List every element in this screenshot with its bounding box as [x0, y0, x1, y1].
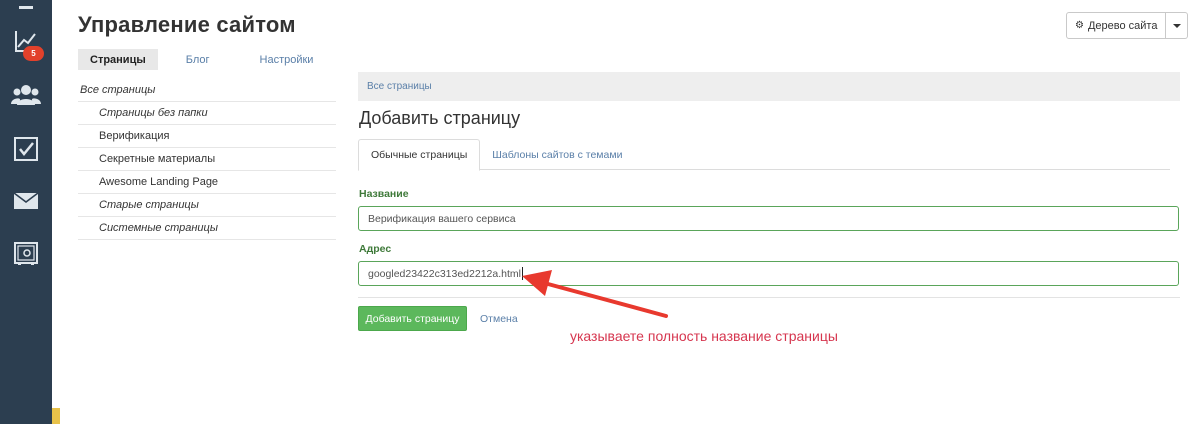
- page-tree-item[interactable]: Системные страницы: [78, 217, 336, 240]
- name-input[interactable]: Верификация вашего сервиса: [358, 206, 1179, 231]
- tab-regular-pages[interactable]: Обычные страницы: [358, 139, 481, 171]
- address-label: Адрес: [359, 243, 392, 255]
- page-title: Управление сайтом: [78, 12, 296, 37]
- text-cursor: [521, 267, 523, 280]
- site-tree-button-group: ⚙ Дерево сайта: [1066, 12, 1189, 39]
- address-input-value: googled23422c313ed2212a.html: [368, 267, 521, 280]
- annotation-text: указываете полность название страницы: [570, 328, 838, 344]
- site-tree-label: Дерево сайта: [1087, 19, 1158, 32]
- page-type-tabs: Обычные страницы Шаблоны сайтов с темами: [358, 139, 1170, 171]
- tab-pages[interactable]: Страницы: [78, 49, 158, 70]
- corner-widget-icon: [52, 408, 60, 424]
- tab-settings[interactable]: Настройки: [248, 49, 326, 70]
- page-tree-root[interactable]: Все страницы: [78, 79, 336, 102]
- tab-theme-templates[interactable]: Шаблоны сайтов с темами: [480, 139, 634, 170]
- site-tree-dropdown-toggle[interactable]: [1166, 12, 1189, 39]
- name-input-value: Верификация вашего сервиса: [368, 212, 516, 225]
- safe-icon[interactable]: [0, 227, 52, 281]
- icon-sidebar: 5: [0, 0, 52, 424]
- form-divider: [358, 297, 1180, 298]
- page-tree-item[interactable]: Верификация: [78, 125, 336, 148]
- breadcrumb: Все страницы: [358, 72, 1180, 101]
- site-tree-button[interactable]: ⚙ Дерево сайта: [1066, 12, 1167, 39]
- caret-down-icon: [1172, 23, 1181, 28]
- address-input[interactable]: googled23422c313ed2212a.html: [358, 261, 1179, 286]
- page-tree-item[interactable]: Старые страницы: [78, 194, 336, 217]
- page-tree-item[interactable]: Страницы без папки: [78, 102, 336, 125]
- page-tree-item[interactable]: Awesome Landing Page: [78, 171, 336, 194]
- tab-blog[interactable]: Блог: [174, 49, 222, 70]
- section-tabs: Страницы Блог Настройки: [78, 49, 325, 70]
- page-tree-item[interactable]: Секретные материалы: [78, 148, 336, 171]
- add-page-button[interactable]: Добавить страницу: [358, 306, 467, 331]
- form-heading: Добавить страницу: [359, 108, 521, 128]
- gear-icon: ⚙: [1075, 20, 1084, 31]
- name-label: Название: [359, 188, 409, 200]
- mail-icon[interactable]: [0, 174, 52, 228]
- cancel-link[interactable]: Отмена: [480, 306, 518, 331]
- breadcrumb-link[interactable]: Все страницы: [367, 81, 432, 92]
- page-tree: Все страницы Страницы без папки Верифика…: [78, 79, 336, 240]
- users-icon[interactable]: [0, 68, 52, 122]
- notification-badge: 5: [23, 46, 44, 61]
- checkbox-icon[interactable]: [0, 122, 52, 176]
